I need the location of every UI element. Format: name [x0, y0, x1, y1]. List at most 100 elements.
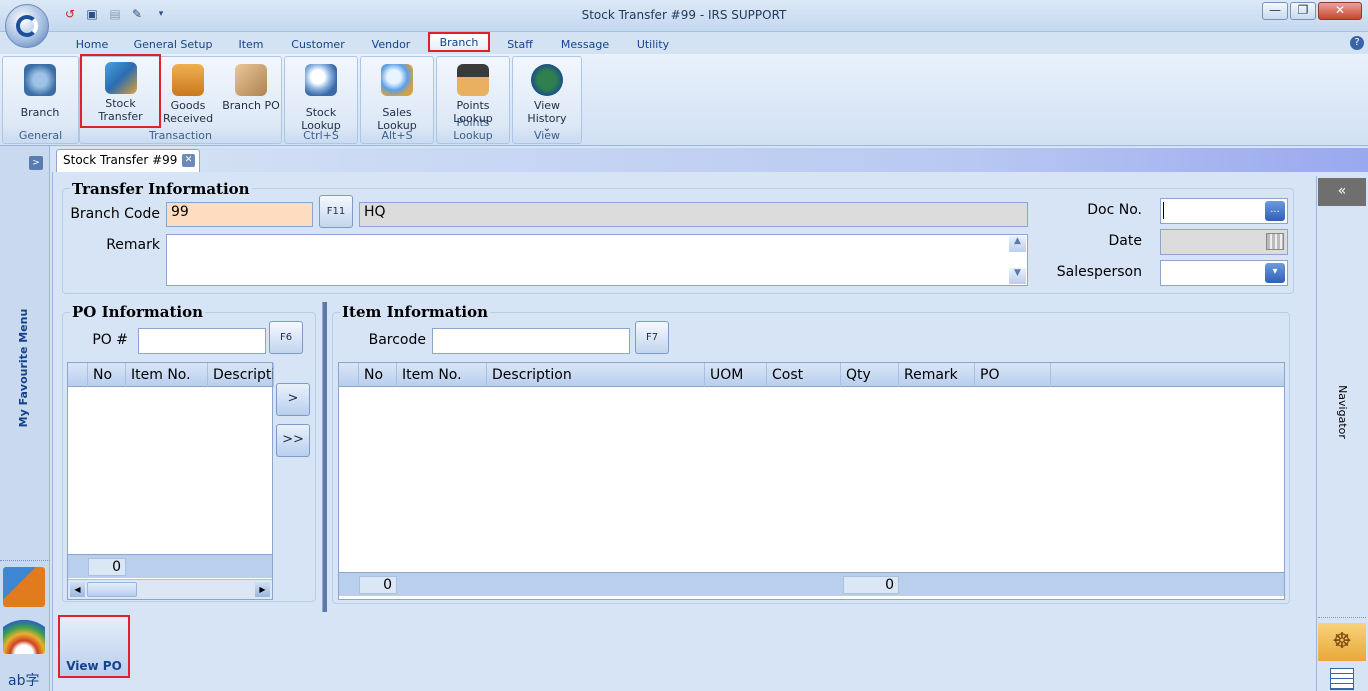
view-po-button[interactable]: View PO [58, 615, 130, 678]
points-lookup-button[interactable]: Points Lookup [440, 58, 506, 125]
splitter-grip[interactable] [0, 560, 50, 564]
tools-icon[interactable]: ✎ [129, 6, 145, 22]
branch-code-input[interactable]: 99 [166, 202, 313, 227]
item-lookup-button[interactable]: F7 [635, 321, 669, 354]
panel-splitter[interactable] [322, 302, 327, 612]
section-title: PO Information [70, 303, 205, 321]
column-header[interactable]: Cost [767, 363, 841, 387]
column-header[interactable]: UOM [705, 363, 767, 387]
magnifier-icon [305, 64, 337, 96]
goods-received-label: Goods Received [163, 99, 214, 125]
branch-po-button[interactable]: Branch PO [222, 58, 280, 124]
remark-textarea[interactable]: ▲ ▼ [166, 234, 1028, 286]
splitter-grip[interactable] [1318, 617, 1366, 621]
tab-utility[interactable]: Utility [632, 38, 674, 54]
column-header[interactable]: No [359, 363, 397, 387]
column-header[interactable]: PO [975, 363, 1051, 387]
help-icon[interactable]: ? [1350, 36, 1364, 50]
navigator-collapse-button[interactable]: « [1318, 178, 1366, 206]
box-icon [172, 64, 204, 96]
stock-transfer-label: Stock Transfer [98, 97, 143, 123]
column-header[interactable]: Item No. [126, 363, 208, 387]
doc-no-input[interactable]: ... [1160, 198, 1288, 224]
column-header[interactable]: Item No. [397, 363, 487, 387]
color-wheel-icon[interactable] [3, 614, 45, 654]
tab-staff[interactable]: Staff [502, 38, 538, 54]
delete-icon[interactable]: ▤ [107, 6, 123, 22]
scroll-down-icon[interactable]: ▼ [1009, 268, 1026, 284]
view-history-button[interactable]: View History ⌄ [514, 58, 580, 134]
save-icon[interactable]: ▣ [84, 6, 100, 22]
barcode-label: Barcode [368, 332, 426, 348]
scroll-left-icon[interactable]: ◀ [70, 582, 85, 597]
po-number-input[interactable] [138, 328, 266, 354]
tab-item[interactable]: Item [232, 38, 270, 54]
po-lookup-button[interactable]: F6 [269, 321, 303, 354]
language-icon[interactable]: ab字 [8, 670, 44, 690]
po-grid[interactable]: No Item No. Description 0 ◀ ▶ [67, 362, 274, 600]
tab-branch[interactable]: Branch [428, 32, 490, 52]
section-title: Transfer Information [70, 180, 252, 198]
app-menu-button[interactable] [5, 4, 49, 48]
section-title: Item Information [340, 303, 490, 321]
column-header[interactable]: Remark [899, 363, 975, 387]
move-one-button[interactable]: > [276, 383, 310, 416]
item-grid[interactable]: No Item No. Description UOM Cost Qty Rem… [338, 362, 1285, 600]
move-all-button[interactable]: >> [276, 424, 310, 457]
scroll-thumb[interactable] [87, 582, 137, 597]
document-tab[interactable]: Stock Transfer #99 ✕ [56, 149, 200, 172]
clock-icon [531, 64, 563, 96]
branch-code-label: Branch Code [70, 206, 160, 222]
stock-lookup-button[interactable]: Stock Lookup [286, 58, 356, 132]
tab-general-setup[interactable]: General Setup [132, 38, 214, 54]
window-title: Stock Transfer #99 - IRS SUPPORT [581, 8, 787, 22]
table-icon[interactable] [1330, 668, 1354, 690]
salesperson-select[interactable]: ▾ [1160, 260, 1288, 286]
scroll-up-icon[interactable]: ▲ [1009, 236, 1026, 252]
column-header[interactable]: No [88, 363, 126, 387]
goods-received-button[interactable]: Goods Received [162, 58, 214, 125]
favourite-toggle-button[interactable]: > [29, 156, 43, 170]
points-lookup-label: Points Lookup [453, 99, 493, 125]
stock-transfer-icon [104, 62, 137, 94]
scroll-right-icon[interactable]: ▶ [255, 582, 270, 597]
ship-wheel-icon[interactable]: ☸ [1318, 623, 1366, 661]
navigator-title: Navigator [1336, 385, 1349, 439]
column-header[interactable]: Description [208, 363, 274, 387]
undo-icon[interactable]: ↺ [62, 6, 78, 22]
minimize-button[interactable]: — [1262, 2, 1288, 20]
close-button[interactable]: ✕ [1318, 2, 1362, 20]
ellipsis-button[interactable]: ... [1265, 201, 1285, 221]
footer-qty-total: 0 [843, 576, 899, 594]
calendar-icon[interactable] [1266, 233, 1284, 250]
barcode-input[interactable] [432, 328, 630, 354]
person-icon [457, 64, 489, 96]
date-input[interactable] [1160, 229, 1288, 255]
branch-button[interactable]: Branch [6, 58, 74, 124]
horizontal-scrollbar[interactable]: ◀ ▶ [68, 579, 272, 599]
sales-lookup-button[interactable]: Sales Lookup [362, 58, 432, 132]
date-label: Date [1108, 233, 1142, 249]
tab-vendor[interactable]: Vendor [366, 38, 416, 54]
column-header[interactable]: Qty [841, 363, 899, 387]
maximize-button[interactable]: ❐ [1290, 2, 1316, 20]
app-logo-icon [16, 15, 38, 37]
tab-customer[interactable]: Customer [288, 38, 348, 54]
chevron-down-icon: ⌄ [542, 123, 552, 134]
chevron-down-icon[interactable]: ▾ [1265, 263, 1285, 283]
hand-truck-icon [235, 64, 267, 96]
tab-message[interactable]: Message [558, 38, 612, 54]
tab-home[interactable]: Home [72, 38, 112, 54]
module-icon[interactable] [3, 567, 45, 607]
close-icon[interactable]: ✕ [182, 154, 195, 167]
column-header[interactable]: Description [487, 363, 705, 387]
salesperson-label: Salesperson [1056, 264, 1142, 280]
stock-transfer-button[interactable]: Stock Transfer [80, 54, 161, 128]
document-tab-label: Stock Transfer #99 [63, 153, 178, 167]
grid-header: No Item No. Description UOM Cost Qty Rem… [339, 363, 1284, 387]
branch-button-label: Branch [20, 106, 60, 119]
branch-lookup-button[interactable]: F11 [319, 195, 353, 228]
footer-count: 0 [359, 576, 397, 594]
dropdown-icon[interactable]: ▾ [153, 6, 169, 22]
sales-lookup-label: Sales Lookup [377, 106, 417, 132]
